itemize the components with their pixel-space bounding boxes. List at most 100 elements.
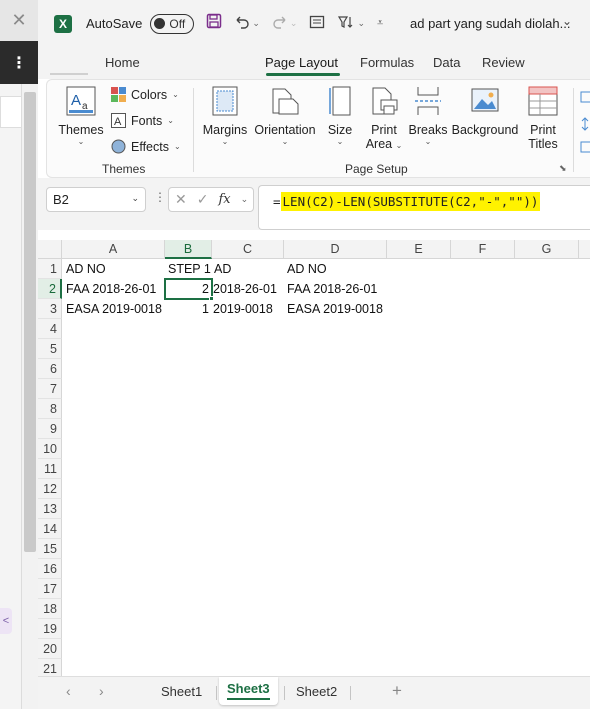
- previous-sheet-icon[interactable]: ‹: [66, 683, 71, 699]
- tab-formulas[interactable]: Formulas: [360, 55, 414, 70]
- side-card: [0, 96, 22, 128]
- row-header-16[interactable]: 16: [38, 559, 62, 579]
- cell-d2[interactable]: FAA 2018-26-01: [284, 279, 377, 299]
- row-header-11[interactable]: 11: [38, 459, 62, 479]
- insert-function-icon[interactable]: fx: [218, 192, 230, 207]
- column-header-a[interactable]: A: [62, 240, 165, 259]
- fx-dropdown-icon[interactable]: ⌄: [241, 194, 249, 205]
- row-header-14[interactable]: 14: [38, 519, 62, 539]
- cell-b1[interactable]: STEP 1: [165, 259, 211, 279]
- fonts-button[interactable]: A Fonts ⌄: [111, 113, 174, 128]
- tab-home[interactable]: Home: [105, 55, 140, 70]
- column-header-h[interactable]: [579, 240, 590, 259]
- row-header-21[interactable]: 21: [38, 659, 62, 676]
- cell-d3[interactable]: EASA 2019-0018: [284, 299, 383, 319]
- autosave-toggle[interactable]: Off: [150, 13, 195, 34]
- save-icon[interactable]: [206, 13, 222, 34]
- undo-icon[interactable]: [234, 14, 250, 34]
- row-header-17[interactable]: 17: [38, 579, 62, 599]
- sheet-tab-sheet1[interactable]: Sheet1: [161, 684, 202, 699]
- title-bar: X AutoSave Off ⌄ ⌄ ⌄ ⩡ ad part yang suda…: [38, 0, 590, 47]
- tab-review[interactable]: Review: [482, 55, 525, 70]
- row-header-20[interactable]: 20: [38, 639, 62, 659]
- excel-logo-icon: X: [54, 14, 72, 33]
- redo-dropdown-icon[interactable]: ⌄: [290, 18, 298, 29]
- spreadsheet-grid[interactable]: A B C D E F G 1 2 3 4 5 6 7 8 9 10 11 12…: [38, 230, 590, 676]
- form-icon[interactable]: [309, 14, 325, 34]
- row-header-9[interactable]: 9: [38, 419, 62, 439]
- print-titles-button[interactable]: Print Titles: [523, 86, 563, 151]
- background-button[interactable]: Background: [451, 86, 519, 137]
- close-icon[interactable]: ✕: [0, 0, 38, 41]
- row-header-6[interactable]: 6: [38, 359, 62, 379]
- fonts-label: Fonts: [131, 113, 163, 128]
- name-box[interactable]: B2 ⌄: [46, 187, 146, 212]
- tab-data[interactable]: Data: [433, 55, 460, 70]
- column-header-b[interactable]: B: [165, 240, 212, 259]
- orientation-button[interactable]: Orientation ⌄: [251, 86, 319, 146]
- tab-page-layout[interactable]: Page Layout: [265, 55, 338, 70]
- chevron-down-icon[interactable]: ⌄: [562, 14, 572, 28]
- size-button[interactable]: Size ⌄: [325, 86, 355, 146]
- breaks-label: Breaks: [408, 123, 448, 137]
- row-header-4[interactable]: 4: [38, 319, 62, 339]
- print-titles-label-2: Titles: [528, 137, 558, 151]
- page-setup-launcher-icon[interactable]: ⬊: [559, 163, 567, 174]
- more-options-icon[interactable]: ⋮: [0, 41, 38, 84]
- undo-dropdown-icon[interactable]: ⌄: [252, 18, 260, 29]
- column-header-c[interactable]: C: [212, 240, 284, 259]
- column-header-e[interactable]: E: [387, 240, 451, 259]
- sheet-tab-sheet3[interactable]: Sheet3: [219, 677, 278, 705]
- select-all-corner[interactable]: [38, 240, 62, 259]
- breaks-button[interactable]: Breaks ⌄: [407, 86, 449, 146]
- row-header-2[interactable]: 2: [38, 279, 62, 299]
- cell-c1[interactable]: AD: [211, 259, 231, 279]
- row-header-8[interactable]: 8: [38, 399, 62, 419]
- customize-toolbar-icon[interactable]: ⩡: [377, 17, 383, 30]
- vertical-scrollbar[interactable]: [24, 92, 36, 552]
- margins-button[interactable]: Margins ⌄: [201, 86, 249, 146]
- add-sheet-icon[interactable]: +: [392, 681, 402, 701]
- cell-a1[interactable]: AD NO: [63, 259, 106, 279]
- column-header-d[interactable]: D: [284, 240, 387, 259]
- colors-button[interactable]: Colors ⌄: [111, 87, 179, 102]
- scale-to-fit-icon[interactable]: [579, 88, 590, 158]
- cancel-icon[interactable]: ✕: [175, 191, 187, 208]
- effects-button[interactable]: Effects ⌄: [111, 139, 181, 154]
- row-header-3[interactable]: 3: [38, 299, 62, 319]
- fill-handle[interactable]: [209, 296, 214, 301]
- row-header-7[interactable]: 7: [38, 379, 62, 399]
- document-title[interactable]: ad part yang sudah diolah...: [410, 16, 570, 31]
- row-header-12[interactable]: 12: [38, 479, 62, 499]
- ribbon-panel: Aa Themes ⌄ Colors ⌄ A Fonts ⌄ Effects ⌄…: [46, 79, 590, 178]
- more-icon[interactable]: ⋮: [154, 190, 166, 204]
- cell-d1[interactable]: AD NO: [284, 259, 327, 279]
- sort-dropdown-icon[interactable]: ⌄: [357, 18, 365, 29]
- formula-input[interactable]: = LEN(C2)-LEN(SUBSTITUTE(C2,"-","")): [258, 185, 590, 230]
- row-header-13[interactable]: 13: [38, 499, 62, 519]
- column-header-f[interactable]: F: [451, 240, 515, 259]
- row-header-10[interactable]: 10: [38, 439, 62, 459]
- column-header-g[interactable]: G: [515, 240, 579, 259]
- colors-label: Colors: [131, 87, 168, 102]
- print-area-button[interactable]: Print Area ⌄: [363, 86, 405, 151]
- cell-a2[interactable]: FAA 2018-26-01: [63, 279, 156, 299]
- redo-icon[interactable]: [272, 14, 288, 34]
- enter-icon[interactable]: ✓: [197, 191, 209, 208]
- cell-c2[interactable]: 2018-26-01: [210, 279, 277, 299]
- row-header-18[interactable]: 18: [38, 599, 62, 619]
- cell-c3[interactable]: 2019-0018: [210, 299, 273, 319]
- cell-b3[interactable]: 1: [165, 299, 212, 319]
- sort-filter-icon[interactable]: [337, 14, 355, 34]
- cell-a3[interactable]: EASA 2019-0018: [63, 299, 162, 319]
- themes-button[interactable]: Aa Themes ⌄: [57, 86, 105, 146]
- sheet-tab-sheet2[interactable]: Sheet2: [296, 684, 337, 699]
- chevron-down-icon[interactable]: ⌄: [131, 193, 139, 204]
- active-cell-border: [164, 278, 213, 300]
- row-header-15[interactable]: 15: [38, 539, 62, 559]
- row-header-19[interactable]: 19: [38, 619, 62, 639]
- row-header-5[interactable]: 5: [38, 339, 62, 359]
- row-header-1[interactable]: 1: [38, 259, 62, 279]
- next-sheet-icon[interactable]: ›: [99, 683, 104, 699]
- collapse-chip-icon[interactable]: <: [0, 608, 12, 634]
